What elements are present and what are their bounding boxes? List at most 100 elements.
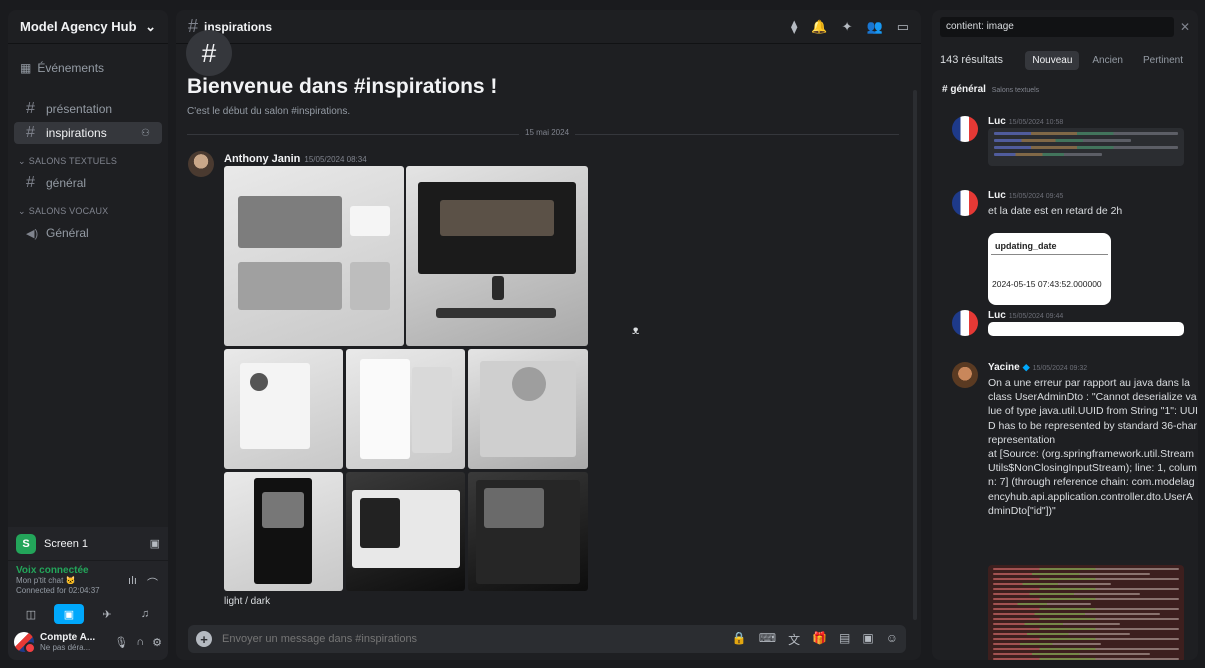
inspiration-image[interactable] xyxy=(224,349,343,469)
inspiration-image[interactable] xyxy=(406,166,588,346)
category-label: SALONS TEXTUELS xyxy=(28,156,118,166)
tab-ancien[interactable]: Ancien xyxy=(1085,51,1130,70)
server-name: Model Agency Hub xyxy=(20,19,137,34)
activity-icon[interactable]: ✈ xyxy=(92,604,122,624)
log-screenshot[interactable] xyxy=(988,322,1184,336)
result-author[interactable]: Luc 15/05/2024 10:58 xyxy=(988,116,1063,127)
results-channel[interactable]: # général Salons textuels xyxy=(932,84,1198,95)
query-result-screenshot[interactable]: updating_date 2024-05-15 07:43:52.000000 xyxy=(988,233,1111,305)
bird-emoji-icon: ◆ xyxy=(1022,362,1030,372)
image-detail xyxy=(512,367,546,401)
screen-share-button[interactable]: ▣ xyxy=(54,604,84,624)
category-text-channels[interactable]: ⌄ SALONS TEXTUELS xyxy=(8,152,168,170)
avatar[interactable] xyxy=(952,362,978,388)
server-header[interactable]: Model Agency Hub ⌄ xyxy=(8,10,168,44)
inspiration-image[interactable] xyxy=(224,472,343,591)
screen-share-row[interactable]: S Screen 1 ▣ xyxy=(8,527,168,561)
soundboard-icon[interactable]: ♫ xyxy=(130,604,160,624)
log-line xyxy=(993,658,1179,660)
avatar[interactable] xyxy=(952,116,978,142)
sidebar-item-general-voice[interactable]: ◀) Général xyxy=(14,222,162,244)
code-screenshot[interactable] xyxy=(988,128,1184,166)
sidebar-item-presentation[interactable]: # présentation xyxy=(14,98,162,120)
result-author[interactable]: Luc 15/05/2024 09:44 xyxy=(988,310,1063,321)
sidebar-item-inspirations[interactable]: # inspirations ⚇ xyxy=(14,122,162,144)
code-line xyxy=(994,139,1132,142)
keyboard-icon[interactable]: ⌨ xyxy=(759,631,776,648)
inspiration-image[interactable] xyxy=(468,472,588,591)
error-screenshot[interactable] xyxy=(988,565,1184,660)
close-icon[interactable]: ✕ xyxy=(1180,20,1190,34)
hash-icon: # xyxy=(26,174,35,191)
result-timestamp: 15/05/2024 09:45 xyxy=(1008,193,1064,200)
result-author[interactable]: Luc 15/05/2024 09:45 xyxy=(988,190,1063,201)
message-author[interactable]: Anthony Janin 15/05/2024 08:34 xyxy=(224,153,367,165)
events-item[interactable]: ▦ Événements xyxy=(8,54,168,82)
search-result[interactable]: Luc 15/05/2024 10:58 xyxy=(952,116,1192,176)
log-line xyxy=(993,573,1150,575)
inspiration-image[interactable] xyxy=(346,472,465,591)
column-header: updating_date xyxy=(991,233,1108,255)
members-icon[interactable]: 👥 xyxy=(867,19,883,35)
avatar[interactable] xyxy=(188,151,214,177)
image-detail xyxy=(240,363,310,449)
tab-nouveau[interactable]: Nouveau xyxy=(1025,50,1080,70)
tab-pertinent[interactable]: Pertinent xyxy=(1136,51,1190,70)
emoji-icon[interactable]: ☺ xyxy=(886,631,898,648)
translate-icon[interactable]: 文 xyxy=(788,631,800,648)
inspiration-image[interactable] xyxy=(224,166,404,346)
chat-area: # inspirations ⧫ 🔔 ✦ 👥 ▭ # Bienvenue dan… xyxy=(176,10,921,660)
sidebar-item-general-text[interactable]: # général xyxy=(14,172,162,194)
account-row[interactable]: Compte A... Ne pas déra... 🎙 ∩ ⚙ xyxy=(8,627,168,657)
bunny-icon: ᴥ xyxy=(632,323,640,337)
disconnect-icon[interactable]: ⌒ xyxy=(147,575,158,591)
search-result[interactable]: Luc 15/05/2024 09:45 et la date est en re… xyxy=(952,190,1192,310)
code-line xyxy=(994,153,1102,156)
category-voice-channels[interactable]: ⌄ SALONS VOCAUX xyxy=(8,202,168,220)
image-detail xyxy=(440,200,554,236)
headphones-icon[interactable]: ∩ xyxy=(136,636,144,649)
message-input[interactable] xyxy=(222,633,722,645)
scrollbar[interactable] xyxy=(913,90,917,620)
search-result[interactable]: Yacine ◆ 15/05/2024 09:32 On a une erreur … xyxy=(952,362,1198,660)
avatar[interactable] xyxy=(952,310,978,336)
search-input[interactable]: contient: image xyxy=(940,17,1174,37)
log-line xyxy=(993,653,1150,655)
channel-name: # général xyxy=(942,84,986,95)
image-attachment-grid[interactable] xyxy=(224,166,588,591)
log-line xyxy=(993,608,1179,610)
date-divider-label: 15 mai 2024 xyxy=(519,128,576,137)
inspiration-image[interactable] xyxy=(468,349,588,469)
message-composer: + 🔒 ⌨ 文 🎁 ▤ ▣ ☺ xyxy=(188,625,906,653)
gift-icon[interactable]: 🎁 xyxy=(812,631,827,648)
stream-icon[interactable]: ▣ xyxy=(150,537,160,550)
microphone-icon[interactable]: 🎙 xyxy=(114,636,128,649)
lock-icon[interactable]: 🔒 xyxy=(732,631,747,648)
search-result[interactable]: Luc 15/05/2024 09:44 xyxy=(952,310,1192,350)
camera-icon[interactable]: ◫ xyxy=(16,604,46,624)
inbox-icon[interactable]: ▭ xyxy=(897,19,909,35)
bell-icon[interactable]: 🔔 xyxy=(811,19,827,35)
add-member-icon[interactable]: ⚇ xyxy=(141,128,150,139)
pin-icon[interactable]: ✦ xyxy=(842,19,853,35)
sticker-icon[interactable]: ▣ xyxy=(862,631,873,648)
chevron-down-icon: ⌄ xyxy=(145,18,156,34)
inspiration-image[interactable] xyxy=(346,349,465,469)
speaker-icon: ◀) xyxy=(26,227,39,240)
noise-suppression-icon[interactable]: ıǀı xyxy=(128,575,137,591)
result-timestamp: 15/05/2024 09:44 xyxy=(1008,313,1064,320)
result-text: et la date est en retard de 2h xyxy=(988,205,1123,217)
search-bar: contient: image ✕ xyxy=(932,10,1198,44)
result-author[interactable]: Yacine ◆ 15/05/2024 09:32 xyxy=(988,362,1087,373)
avatar[interactable] xyxy=(952,190,978,216)
search-results-panel: contient: image ✕ 143 résultats Nouveau … xyxy=(932,10,1198,660)
code-line xyxy=(994,146,1178,149)
gear-icon[interactable]: ⚙ xyxy=(152,636,162,649)
gif-icon[interactable]: ▤ xyxy=(839,631,850,648)
log-line xyxy=(993,593,1140,595)
add-attachment-button[interactable]: + xyxy=(196,631,212,647)
author-name[interactable]: Anthony Janin xyxy=(224,153,300,165)
threads-icon[interactable]: ⧫ xyxy=(791,19,797,35)
results-count: 143 résultats xyxy=(940,54,1003,66)
avatar[interactable] xyxy=(14,632,36,654)
